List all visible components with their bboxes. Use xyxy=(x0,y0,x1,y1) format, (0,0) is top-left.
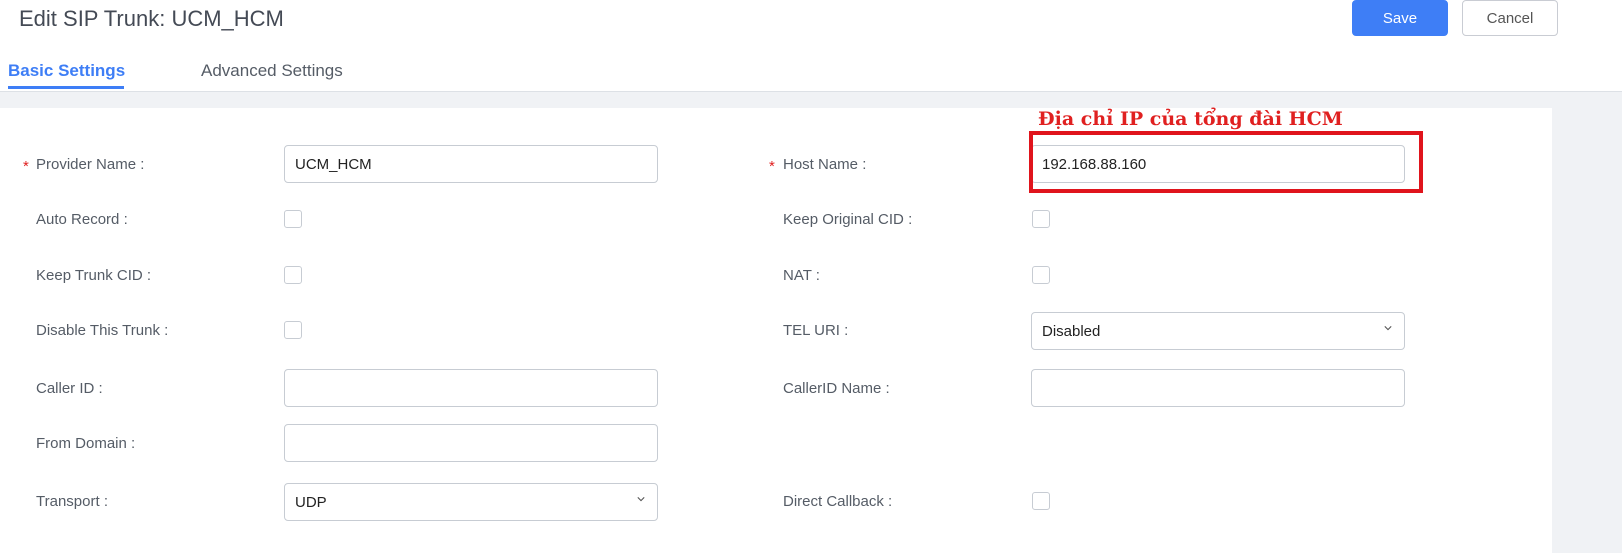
chevron-down-icon xyxy=(1384,326,1392,331)
page-title: Edit SIP Trunk: UCM_HCM xyxy=(19,6,284,31)
direct-callback-label: Direct Callback : xyxy=(783,493,893,510)
caller-id-input[interactable] xyxy=(284,369,658,407)
keep-original-cid-label: Keep Original CID : xyxy=(783,211,913,228)
nat-checkbox[interactable] xyxy=(1032,266,1050,284)
auto-record-checkbox[interactable] xyxy=(284,210,302,228)
required-marker: * xyxy=(769,158,775,175)
transport-value: UDP xyxy=(295,493,327,511)
active-tab-indicator xyxy=(8,86,124,89)
transport-label: Transport : xyxy=(36,493,108,510)
content-top-band xyxy=(0,92,1622,108)
host-name-label: Host Name : xyxy=(783,156,867,173)
keep-trunk-cid-checkbox[interactable] xyxy=(284,266,302,284)
callerid-name-input[interactable] xyxy=(1031,369,1405,407)
tab-basic-settings[interactable]: Basic Settings xyxy=(8,61,125,81)
provider-name-input[interactable]: UCM_HCM xyxy=(284,145,658,183)
tel-uri-label: TEL URI : xyxy=(783,322,849,339)
tab-advanced-settings[interactable]: Advanced Settings xyxy=(201,61,343,81)
required-marker: * xyxy=(23,158,29,175)
callerid-name-label: CallerID Name : xyxy=(783,380,890,397)
cancel-button[interactable]: Cancel xyxy=(1462,0,1558,36)
from-domain-input[interactable] xyxy=(284,424,658,462)
keep-original-cid-checkbox[interactable] xyxy=(1032,210,1050,228)
save-button[interactable]: Save xyxy=(1352,0,1448,36)
chevron-down-icon xyxy=(637,497,645,502)
annotation-text: Địa chỉ IP của tổng đài HCM xyxy=(1038,108,1343,130)
disable-trunk-checkbox[interactable] xyxy=(284,321,302,339)
annotation-highlight-box xyxy=(1029,131,1423,193)
nat-label: NAT : xyxy=(783,267,820,284)
caller-id-label: Caller ID : xyxy=(36,380,103,397)
disable-trunk-label: Disable This Trunk : xyxy=(36,322,169,339)
auto-record-label: Auto Record : xyxy=(36,211,128,228)
tel-uri-value: Disabled xyxy=(1042,322,1101,340)
direct-callback-checkbox[interactable] xyxy=(1032,492,1050,510)
tel-uri-select[interactable]: Disabled xyxy=(1031,312,1405,350)
from-domain-label: From Domain : xyxy=(36,435,136,452)
content-right-gutter xyxy=(1552,92,1622,553)
transport-select[interactable]: UDP xyxy=(284,483,658,521)
provider-name-label: Provider Name : xyxy=(36,156,145,173)
keep-trunk-cid-label: Keep Trunk CID : xyxy=(36,267,152,284)
